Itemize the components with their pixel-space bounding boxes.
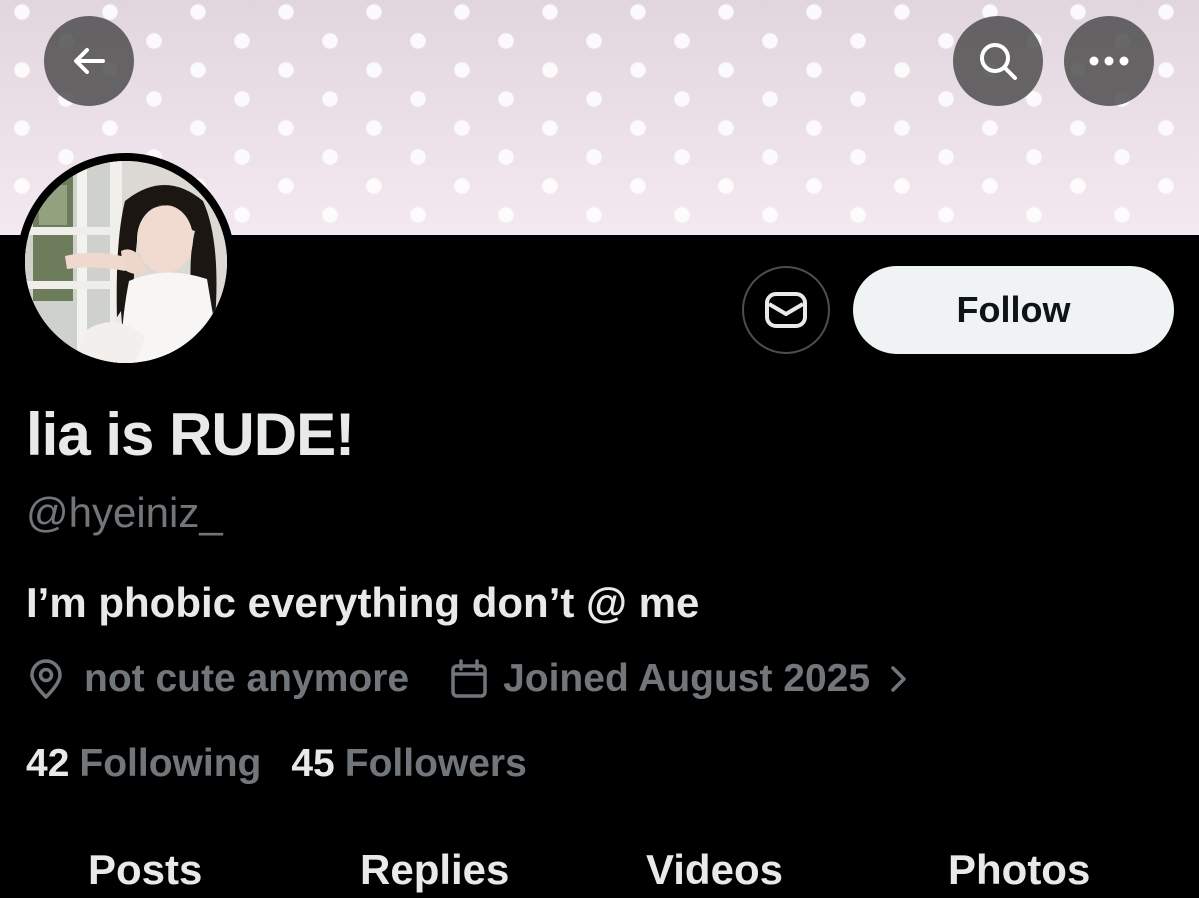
more-horizontal-icon	[1089, 56, 1129, 66]
calendar-icon	[449, 658, 489, 700]
tab-replies[interactable]: Replies	[360, 846, 509, 894]
location-pin-icon	[26, 657, 66, 701]
search-icon	[980, 43, 1017, 80]
tab-videos[interactable]: Videos	[646, 846, 783, 894]
back-button[interactable]	[44, 16, 134, 106]
avatar-photo	[25, 161, 227, 363]
avatar-image	[25, 161, 227, 363]
following-label: Following	[79, 742, 262, 785]
follow-stats: 42 Following 45 Followers	[26, 740, 527, 788]
message-button[interactable]	[742, 266, 830, 354]
profile-meta: not cute anymore Joined August 2025	[26, 655, 910, 703]
profile-location: not cute anymore	[84, 657, 410, 700]
tab-photos[interactable]: Photos	[948, 846, 1090, 894]
chevron-right-icon[interactable]	[888, 663, 910, 695]
followers-link[interactable]: 45 Followers	[291, 740, 526, 788]
profile-bio: I’m phobic everything don’t @ me	[26, 579, 700, 626]
joined-date: Joined August 2025	[503, 657, 871, 700]
tab-posts[interactable]: Posts	[88, 846, 202, 894]
profile-tabs: Posts Replies Videos Photos	[0, 838, 1199, 898]
display-name: lia is RUDE!	[26, 401, 355, 468]
user-handle: @hyeiniz_	[26, 489, 223, 536]
following-count: 42	[26, 742, 70, 785]
search-button[interactable]	[953, 16, 1043, 106]
followers-label: Followers	[344, 742, 527, 785]
following-link[interactable]: 42 Following	[26, 740, 261, 788]
avatar[interactable]	[17, 153, 235, 371]
envelope-icon	[765, 292, 807, 328]
followers-count: 45	[291, 742, 335, 785]
more-options-button[interactable]	[1064, 16, 1154, 106]
arrow-left-icon	[74, 48, 105, 74]
follow-button[interactable]: Follow	[853, 266, 1174, 354]
